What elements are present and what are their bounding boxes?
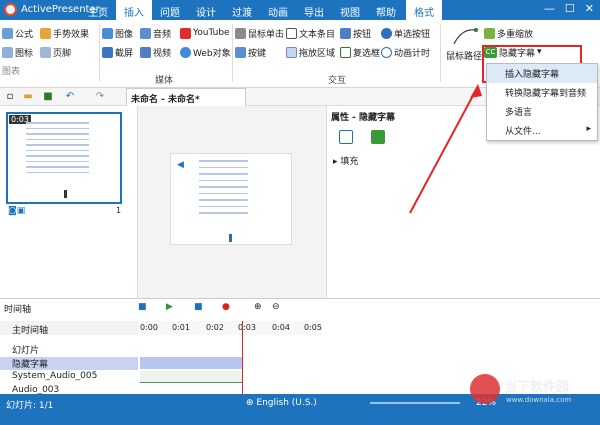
watermark: 当下软件园 www.downxia.com [470,372,600,412]
annotation-arrow [409,84,482,214]
watermark-logo-icon [470,374,500,404]
